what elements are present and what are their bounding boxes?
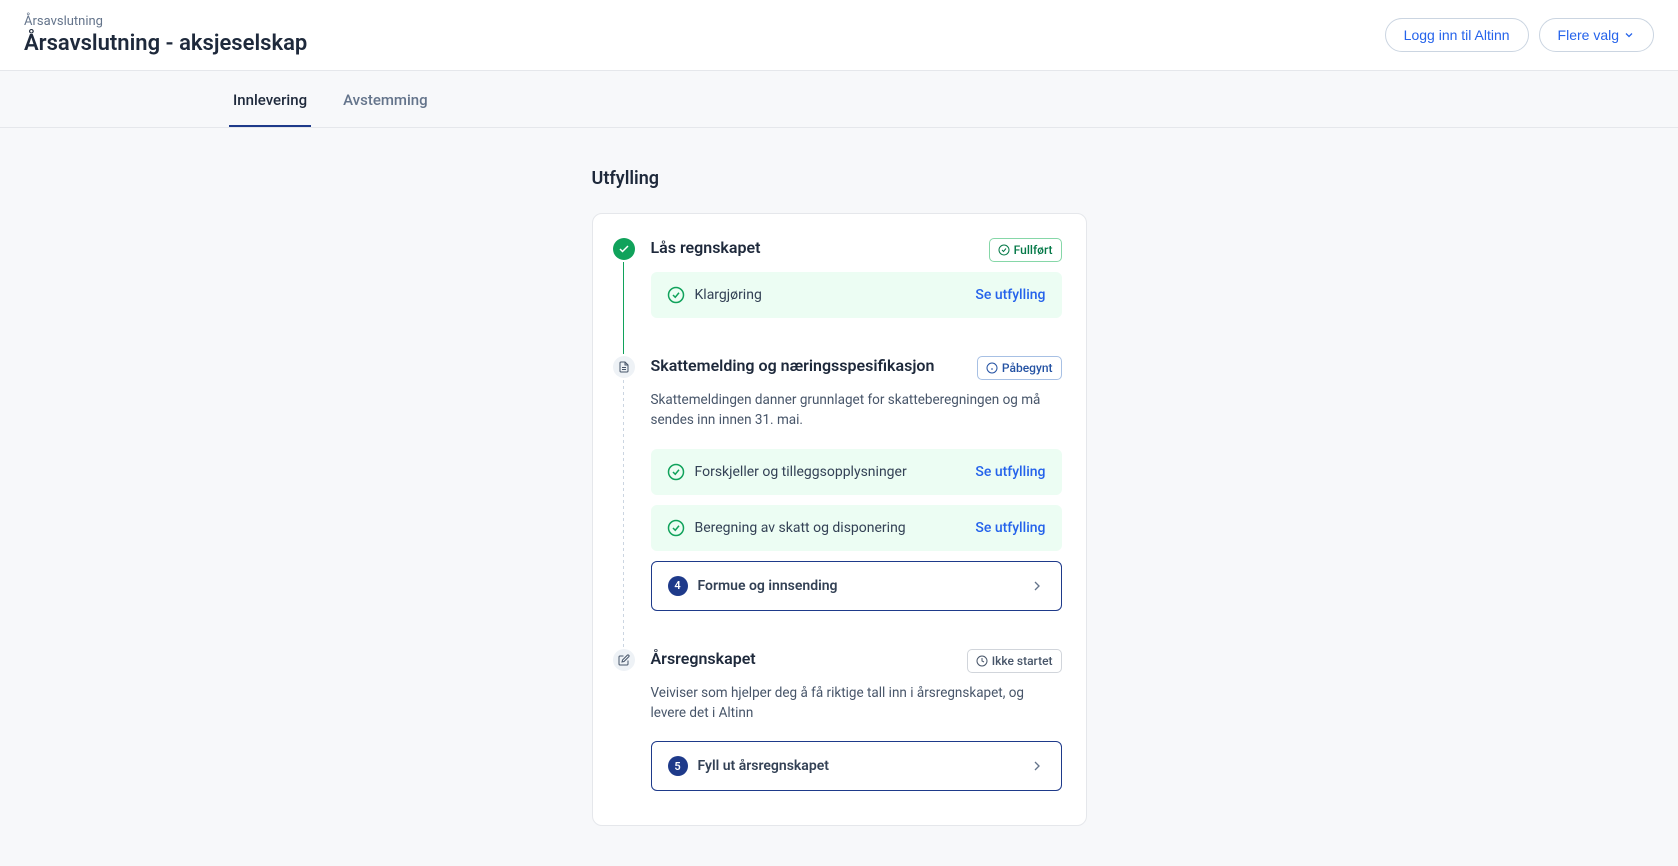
status-badge-complete: Fullført bbox=[989, 238, 1062, 262]
tab-innlevering[interactable]: Innlevering bbox=[229, 71, 311, 127]
step-arsregnskapet: Årsregnskapet Ikke startet Veiviser som … bbox=[613, 649, 1062, 802]
login-altinn-label: Logg inn til Altinn bbox=[1404, 27, 1510, 43]
section-title: Utfylling bbox=[592, 168, 1087, 189]
step-title: Lås regnskapet bbox=[651, 238, 761, 257]
step-title: Skattemelding og næringsspesifikasjon bbox=[651, 356, 935, 375]
status-badge-started: Påbegynt bbox=[977, 356, 1062, 380]
chevron-down-icon bbox=[1623, 29, 1635, 41]
login-altinn-button[interactable]: Logg inn til Altinn bbox=[1385, 18, 1529, 52]
breadcrumb: Årsavslutning bbox=[24, 14, 307, 29]
substep-label: Klargjøring bbox=[695, 287, 762, 303]
steps-card: Lås regnskapet Fullført Klargjøring Se u… bbox=[592, 213, 1087, 826]
see-fill-link[interactable]: Se utfylling bbox=[975, 287, 1045, 303]
see-fill-link[interactable]: Se utfylling bbox=[975, 464, 1045, 480]
page-title: Årsavslutning - aksjeselskap bbox=[24, 31, 307, 56]
tabs-bar: Innlevering Avstemming bbox=[0, 71, 1678, 128]
document-icon bbox=[613, 356, 635, 378]
chevron-right-icon bbox=[1029, 758, 1045, 774]
substep-label: Formue og innsending bbox=[698, 578, 838, 594]
step-skattemelding: Skattemelding og næringsspesifikasjon På… bbox=[613, 356, 1062, 649]
substep-formue-action[interactable]: 4 Formue og innsending bbox=[651, 561, 1062, 611]
badge-label: Påbegynt bbox=[1002, 361, 1053, 375]
substep-label: Forskjeller og tilleggsopplysninger bbox=[695, 464, 907, 480]
badge-label: Ikke startet bbox=[992, 654, 1053, 668]
badge-label: Fullført bbox=[1014, 243, 1053, 257]
step-title: Årsregnskapet bbox=[651, 649, 756, 668]
status-badge-not-started: Ikke startet bbox=[967, 649, 1062, 673]
see-fill-link[interactable]: Se utfylling bbox=[975, 520, 1045, 536]
clock-icon bbox=[976, 655, 988, 667]
check-circle-icon bbox=[667, 463, 685, 481]
info-icon bbox=[986, 362, 998, 374]
check-circle-icon bbox=[667, 519, 685, 537]
step-number-badge: 4 bbox=[668, 576, 688, 596]
step-number-badge: 5 bbox=[668, 756, 688, 776]
page-header: Årsavslutning Årsavslutning - aksjeselsk… bbox=[0, 0, 1678, 71]
step-connector bbox=[623, 262, 624, 354]
substep-forskjeller: Forskjeller og tilleggsopplysninger Se u… bbox=[651, 449, 1062, 495]
check-circle-icon bbox=[613, 238, 635, 260]
step-description: Veiviser som hjelper deg å få riktige ta… bbox=[651, 683, 1062, 724]
step-connector bbox=[623, 380, 624, 647]
substep-beregning: Beregning av skatt og disponering Se utf… bbox=[651, 505, 1062, 551]
substep-label: Fyll ut årsregnskapet bbox=[698, 758, 829, 774]
tab-avstemming[interactable]: Avstemming bbox=[339, 71, 432, 127]
substep-klargjoring: Klargjøring Se utfylling bbox=[651, 272, 1062, 318]
edit-document-icon bbox=[613, 649, 635, 671]
more-options-button[interactable]: Flere valg bbox=[1539, 18, 1654, 52]
substep-label: Beregning av skatt og disponering bbox=[695, 520, 906, 536]
more-options-label: Flere valg bbox=[1558, 27, 1619, 43]
chevron-right-icon bbox=[1029, 578, 1045, 594]
step-description: Skattemeldingen danner grunnlaget for sk… bbox=[651, 390, 1062, 431]
substep-fyll-ut-action[interactable]: 5 Fyll ut årsregnskapet bbox=[651, 741, 1062, 791]
check-circle-icon bbox=[667, 286, 685, 304]
check-circle-icon bbox=[998, 244, 1010, 256]
step-lock-accounting: Lås regnskapet Fullført Klargjøring Se u… bbox=[613, 238, 1062, 356]
